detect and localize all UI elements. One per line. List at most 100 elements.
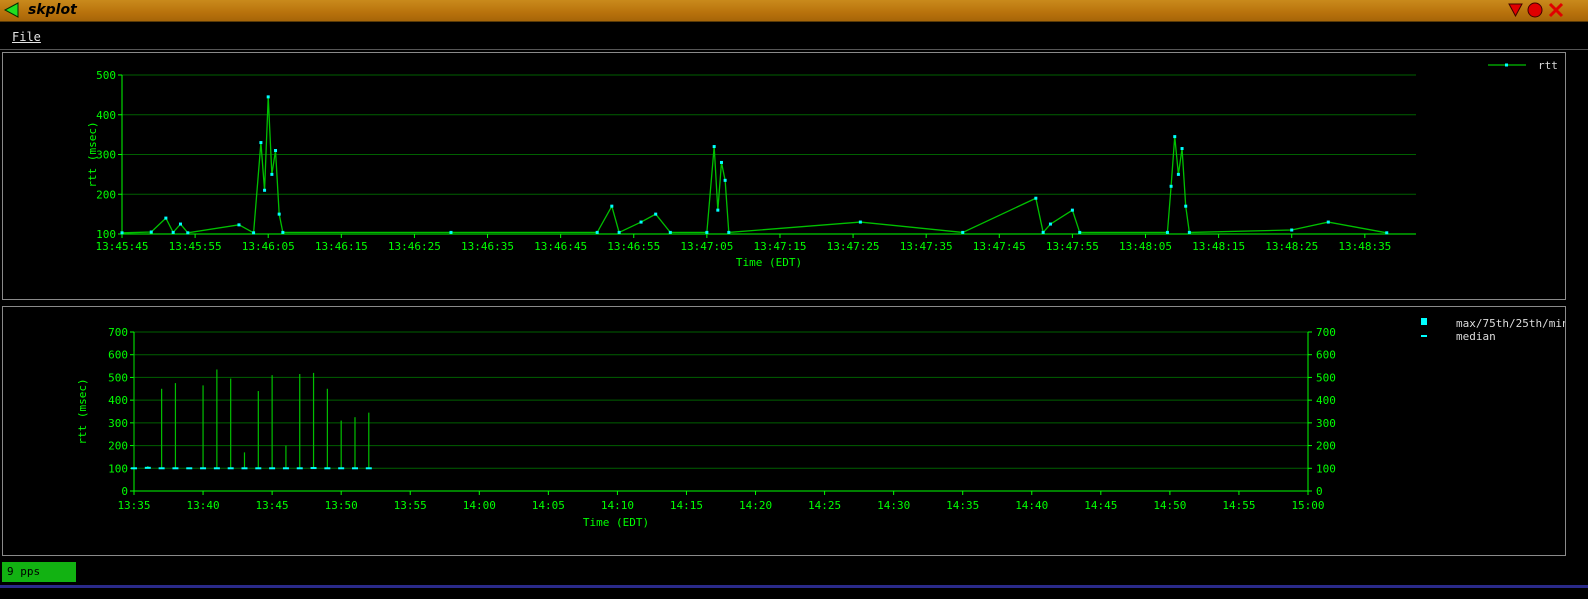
legend-marker (1505, 63, 1508, 67)
x-axis-label: Time (EDT) (736, 256, 802, 269)
rtt-data-point (178, 222, 182, 226)
legend-label-range: max/75th/25th/min (1456, 317, 1565, 330)
x-tick-label: 14:00 (463, 499, 496, 512)
rtt-data-point (237, 223, 241, 227)
x-tick-label: 13:47:05 (680, 240, 733, 253)
rtt-data-point (654, 212, 658, 216)
rtt-data-point (716, 208, 720, 212)
x-tick-label: 14:35 (946, 499, 979, 512)
rtt-data-point (1048, 222, 1052, 226)
rtt-data-point (668, 230, 672, 234)
y-tick-label-right: 200 (1316, 440, 1336, 453)
rtt-plot-panel: 100 200 300 400 500 13:45:45 13:45:55 13:46:05 1… (2, 52, 1566, 300)
y-tick-label: 500 (96, 69, 116, 82)
rtt-data-point (1041, 230, 1045, 234)
rtt-data-point (186, 231, 190, 235)
x-tick-label: 13:45 (256, 499, 289, 512)
x-tick-label: 14:15 (670, 499, 703, 512)
rtt-data-point (270, 172, 274, 176)
rtt-data-point (1034, 196, 1038, 200)
rtt-data-point (705, 230, 709, 234)
x-tick-label: 13:47:15 (753, 240, 806, 253)
rtt-data-point (277, 212, 281, 216)
rtt-data-point (1326, 220, 1330, 224)
rtt-data-point (1070, 208, 1074, 212)
x-tick-label: 14:45 (1084, 499, 1117, 512)
rtt-series-line (121, 96, 1387, 234)
x-tick-label: 14:25 (808, 499, 841, 512)
y-tick-label-left: 500 (108, 371, 128, 384)
x-tick-label: 13:35 (117, 499, 150, 512)
y-tick-label-right: 600 (1316, 349, 1336, 362)
x-tick-label: 14:05 (532, 499, 565, 512)
rtt-data-point (259, 141, 263, 145)
y-tick-label: 400 (96, 109, 116, 122)
x-tick-label: 14:50 (1153, 499, 1186, 512)
x-tick-label: 13:48:35 (1338, 240, 1391, 253)
rtt-data-point (164, 216, 168, 220)
x-tick-label: 13:55 (394, 499, 427, 512)
y-tick-label-left: 300 (108, 417, 128, 430)
rtt-data-point (858, 220, 862, 224)
y-tick-label-right: 500 (1316, 371, 1336, 384)
rtt-data-point (727, 230, 731, 234)
rtt-data-point (266, 95, 270, 99)
x-tick-label: 13:46:45 (534, 240, 587, 253)
y-tick-label-right: 100 (1316, 462, 1336, 475)
rtt-data-point (610, 204, 614, 208)
rtt-data-point (1173, 135, 1177, 139)
x-tick-label: 13:46:15 (315, 240, 368, 253)
x-tick-label: 13:40 (186, 499, 219, 512)
rtt-data-point (1180, 147, 1184, 151)
y-axis-label: rtt (msec) (76, 378, 89, 444)
y-tick-label: 300 (96, 149, 116, 162)
rtt-data-point (149, 230, 153, 234)
status-pps: 9 pps (2, 562, 76, 582)
y-tick-label: 200 (96, 188, 116, 201)
x-tick-label: 14:55 (1222, 499, 1255, 512)
bottom-border (0, 585, 1588, 588)
rtt-data-point (252, 231, 256, 235)
rtt-data-point (263, 188, 267, 192)
x-tick-label: 13:45:45 (96, 240, 149, 253)
rtt-data-point (1169, 184, 1173, 188)
rtt-data-point (120, 231, 124, 235)
y-tick-label-left: 100 (108, 462, 128, 475)
rtt-data-point (719, 160, 723, 164)
x-tick-label: 13:46:05 (242, 240, 295, 253)
rtt-data-point (274, 149, 278, 153)
rtt-data-point (1187, 230, 1191, 234)
x-tick-label: 13:47:45 (973, 240, 1026, 253)
y-tick-label-left: 200 (108, 440, 128, 453)
legend-label-median: median (1456, 330, 1496, 343)
rtt-data-point (1078, 230, 1082, 234)
x-tick-label: 13:46:35 (461, 240, 514, 253)
close-icon[interactable] (1548, 2, 1564, 18)
left-arrow-icon[interactable] (4, 2, 20, 18)
rtt-data-point (1385, 231, 1389, 235)
y-tick-label-right: 0 (1316, 485, 1323, 498)
y-tick-label-left: 400 (108, 394, 128, 407)
y-tick-label-right: 300 (1316, 417, 1336, 430)
rtt-data-point (281, 230, 285, 234)
rtt-data-point (171, 230, 175, 234)
rtt-line-chart: 10020030040050013:45:45 13:45:55 13:46:05 1… (86, 59, 1558, 269)
file-menu[interactable]: File (12, 30, 41, 44)
x-tick-label: 14:30 (877, 499, 910, 512)
circle-icon[interactable] (1527, 2, 1543, 18)
rtt-data-point (712, 145, 716, 149)
x-tick-label: 14:40 (1015, 499, 1048, 512)
x-tick-label: 14:10 (601, 499, 634, 512)
y-tick-label-right: 700 (1316, 326, 1336, 339)
x-tick-label: 13:48:15 (1192, 240, 1245, 253)
down-triangle-icon[interactable] (1508, 2, 1523, 17)
y-tick-label-left: 0 (121, 485, 128, 498)
x-axis-label: Time (EDT) (583, 516, 649, 529)
rtt-data-point (1184, 204, 1188, 208)
rtt-data-point (617, 230, 621, 234)
rtt-data-point (1290, 228, 1294, 232)
title-bar: skplot (0, 0, 1588, 22)
x-tick-label: 13:47:55 (1046, 240, 1099, 253)
x-tick-label: 13:47:25 (827, 240, 880, 253)
x-tick-label: 13:50 (325, 499, 358, 512)
